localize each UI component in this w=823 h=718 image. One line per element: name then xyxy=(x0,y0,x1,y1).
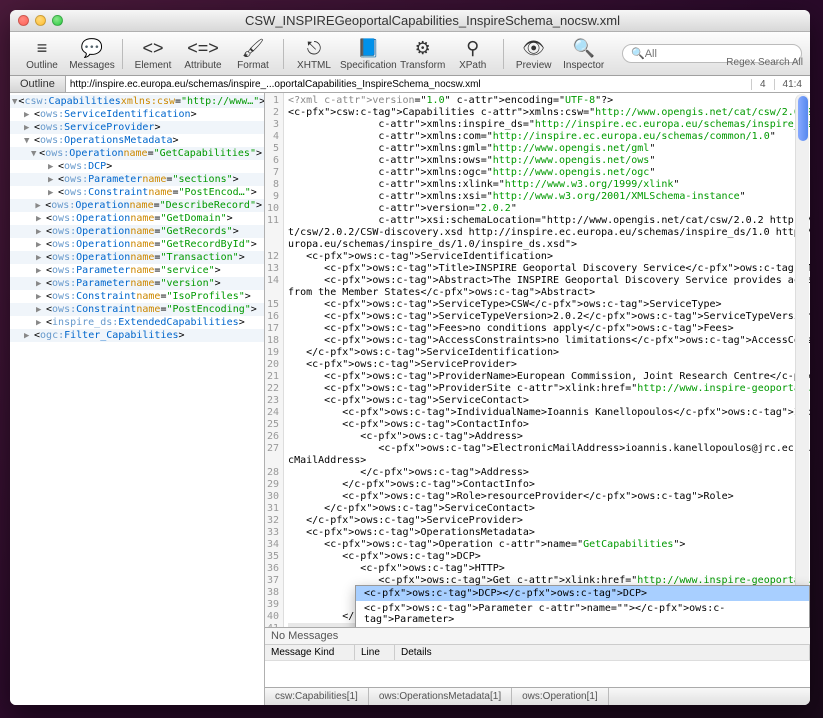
content-area: ▼<csw:Capabilities xmlns:csw="http://www… xyxy=(10,93,810,705)
outline-item[interactable]: ▶<ows:Operation name="GetRecordById"> xyxy=(10,238,264,251)
outline-item[interactable]: ▶<ows:Parameter name="sections"> xyxy=(10,173,264,186)
disclosure-icon[interactable]: ▶ xyxy=(24,110,33,120)
outline-item[interactable]: ▶<ows:Operation name="GetRecords"> xyxy=(10,225,264,238)
outline-item[interactable]: ▶<ows:Constraint name="PostEncod…"> xyxy=(10,186,264,199)
breadcrumb-bar: csw:Capabilities[1]ows:OperationsMetadat… xyxy=(265,687,810,705)
disclosure-icon[interactable]: ▶ xyxy=(36,279,45,289)
position-indicator-b: 41:4 xyxy=(774,79,810,90)
disclosure-icon[interactable]: ▼ xyxy=(31,149,38,159)
disclosure-icon[interactable]: ▼ xyxy=(12,97,17,107)
messages-col-header[interactable]: Details xyxy=(395,645,810,660)
toolbar-specification-button[interactable]: 📘Specification xyxy=(340,36,397,71)
xhtml-icon: ⎋ xyxy=(300,36,328,60)
messages-header: No Messages xyxy=(265,628,810,645)
toolbar-xhtml-button[interactable]: ⎋XHTML xyxy=(290,36,338,71)
breadcrumb-item[interactable]: csw:Capabilities[1] xyxy=(265,688,369,705)
regex-search-label: Regex Search All xyxy=(726,57,803,68)
autocomplete-option[interactable]: <c-pfx">ows:c-tag">Parameter c-attr">nam… xyxy=(356,601,809,627)
traffic-lights xyxy=(18,15,63,26)
toolbar-format-button[interactable]: 🖌Format xyxy=(229,36,277,71)
attribute-icon: <=> xyxy=(189,36,217,60)
url-input[interactable] xyxy=(66,77,751,92)
disclosure-icon[interactable]: ▼ xyxy=(24,136,33,146)
outline-item[interactable]: ▶<ows:DCP> xyxy=(10,160,264,173)
xpath-icon: ⚲ xyxy=(459,36,487,60)
outline-panel[interactable]: ▼<csw:Capabilities xmlns:csw="http://www… xyxy=(10,93,265,705)
toolbar-transform-button[interactable]: ⚙Transform xyxy=(399,36,447,71)
transform-icon: ⚙ xyxy=(409,36,437,60)
url-bar: 4 41:4 xyxy=(66,76,810,92)
disclosure-icon[interactable]: ▶ xyxy=(36,214,45,224)
outline-item[interactable]: ▶<ows:Operation name="GetDomain"> xyxy=(10,212,264,225)
toolbar-messages-button[interactable]: 💬Messages xyxy=(68,36,116,71)
disclosure-icon[interactable]: ▶ xyxy=(36,292,45,302)
outline-item[interactable]: ▶<ows:Constraint name="PostEncoding"> xyxy=(10,303,264,316)
outline-item[interactable]: ▶<ows:ServiceProvider> xyxy=(10,121,264,134)
outline-icon: ≡ xyxy=(28,36,56,60)
disclosure-icon[interactable]: ▶ xyxy=(24,331,33,341)
autocomplete-popup[interactable]: <c-pfx">ows:c-tag">DCP></c-pfx">ows:c-ta… xyxy=(355,585,810,627)
toolbar-preview-button[interactable]: 👁Preview xyxy=(510,36,558,71)
search-icon: 🔍 xyxy=(631,47,645,60)
outline-item[interactable]: ▶<ows:ServiceIdentification> xyxy=(10,108,264,121)
messages-icon: 💬 xyxy=(78,36,106,60)
messages-panel: No Messages Message KindLineDetails xyxy=(265,627,810,687)
disclosure-icon[interactable]: ▶ xyxy=(36,240,45,250)
tab-bar: Outline 4 41:4 xyxy=(10,76,810,93)
toolbar-outline-button[interactable]: ≡Outline xyxy=(18,36,66,71)
window-title: CSW_INSPIREGeoportalCapabilities_Inspire… xyxy=(63,13,802,28)
specification-icon: 📘 xyxy=(354,36,382,60)
messages-col-header[interactable]: Message Kind xyxy=(265,645,355,660)
scrollbar-thumb[interactable] xyxy=(798,96,808,141)
disclosure-icon[interactable]: ▶ xyxy=(24,123,33,133)
disclosure-icon[interactable]: ▶ xyxy=(48,162,57,172)
editor-window: CSW_INSPIREGeoportalCapabilities_Inspire… xyxy=(10,10,810,705)
source-text[interactable]: <?xml c-attr">version="1.0" c-attr">enco… xyxy=(284,93,810,627)
disclosure-icon[interactable]: ▶ xyxy=(48,175,57,185)
close-icon[interactable] xyxy=(18,15,29,26)
outline-item[interactable]: ▶<inspire_ds:ExtendedCapabilities> xyxy=(10,316,264,329)
outline-item[interactable]: ▼<csw:Capabilities xmlns:csw="http://www… xyxy=(10,95,264,108)
position-indicator-a: 4 xyxy=(751,79,774,90)
outline-item[interactable]: ▶<ows:Operation name="Transaction"> xyxy=(10,251,264,264)
disclosure-icon[interactable]: ▶ xyxy=(36,266,45,276)
toolbar: ≡Outline💬Messages <>Element<=>Attribute🖌F… xyxy=(10,32,810,76)
disclosure-icon[interactable]: ▶ xyxy=(36,253,45,263)
disclosure-icon[interactable]: ▶ xyxy=(36,305,45,315)
line-gutter: 1 2 3 4 5 6 7 8 9 10 11 12 13 14 15 16 1… xyxy=(265,93,284,627)
toolbar-attribute-button[interactable]: <=>Attribute xyxy=(179,36,227,71)
outline-item[interactable]: ▶<ows:Parameter name="version"> xyxy=(10,277,264,290)
zoom-icon[interactable] xyxy=(52,15,63,26)
format-icon: 🖌 xyxy=(239,36,267,60)
outline-item[interactable]: ▶<ows:Constraint name="IsoProfiles"> xyxy=(10,290,264,303)
autocomplete-option[interactable]: <c-pfx">ows:c-tag">DCP></c-pfx">ows:c-ta… xyxy=(356,586,809,601)
disclosure-icon[interactable]: ▶ xyxy=(36,318,45,328)
breadcrumb-item[interactable]: ows:Operation[1] xyxy=(512,688,609,705)
minimize-icon[interactable] xyxy=(35,15,46,26)
messages-col-header[interactable]: Line xyxy=(355,645,395,660)
outline-item[interactable]: ▶<ogc:Filter_Capabilities> xyxy=(10,329,264,342)
messages-body xyxy=(265,661,810,687)
toolbar-inspector-button[interactable]: 🔍Inspector xyxy=(560,36,608,71)
outline-item[interactable]: ▼<ows:OperationsMetadata> xyxy=(10,134,264,147)
disclosure-icon[interactable]: ▶ xyxy=(48,188,57,198)
disclosure-icon[interactable]: ▶ xyxy=(35,201,44,211)
code-area[interactable]: 1 2 3 4 5 6 7 8 9 10 11 12 13 14 15 16 1… xyxy=(265,93,810,627)
editor-panel: 1 2 3 4 5 6 7 8 9 10 11 12 13 14 15 16 1… xyxy=(265,93,810,705)
breadcrumb-item[interactable]: ows:OperationsMetadata[1] xyxy=(369,688,512,705)
toolbar-xpath-button[interactable]: ⚲XPath xyxy=(449,36,497,71)
vertical-scrollbar[interactable] xyxy=(795,94,809,626)
messages-columns: Message KindLineDetails xyxy=(265,645,810,661)
inspector-icon: 🔍 xyxy=(570,36,598,60)
outline-item[interactable]: ▶<ows:Operation name="DescribeRecord"> xyxy=(10,199,264,212)
outline-item[interactable]: ▶<ows:Parameter name="service"> xyxy=(10,264,264,277)
tab-outline[interactable]: Outline xyxy=(10,76,66,92)
element-icon: <> xyxy=(139,36,167,60)
toolbar-element-button[interactable]: <>Element xyxy=(129,36,177,71)
disclosure-icon[interactable]: ▶ xyxy=(36,227,45,237)
title-bar[interactable]: CSW_INSPIREGeoportalCapabilities_Inspire… xyxy=(10,10,810,32)
outline-item[interactable]: ▼<ows:Operation name="GetCapabilities"> xyxy=(10,147,264,160)
preview-icon: 👁 xyxy=(520,36,548,60)
